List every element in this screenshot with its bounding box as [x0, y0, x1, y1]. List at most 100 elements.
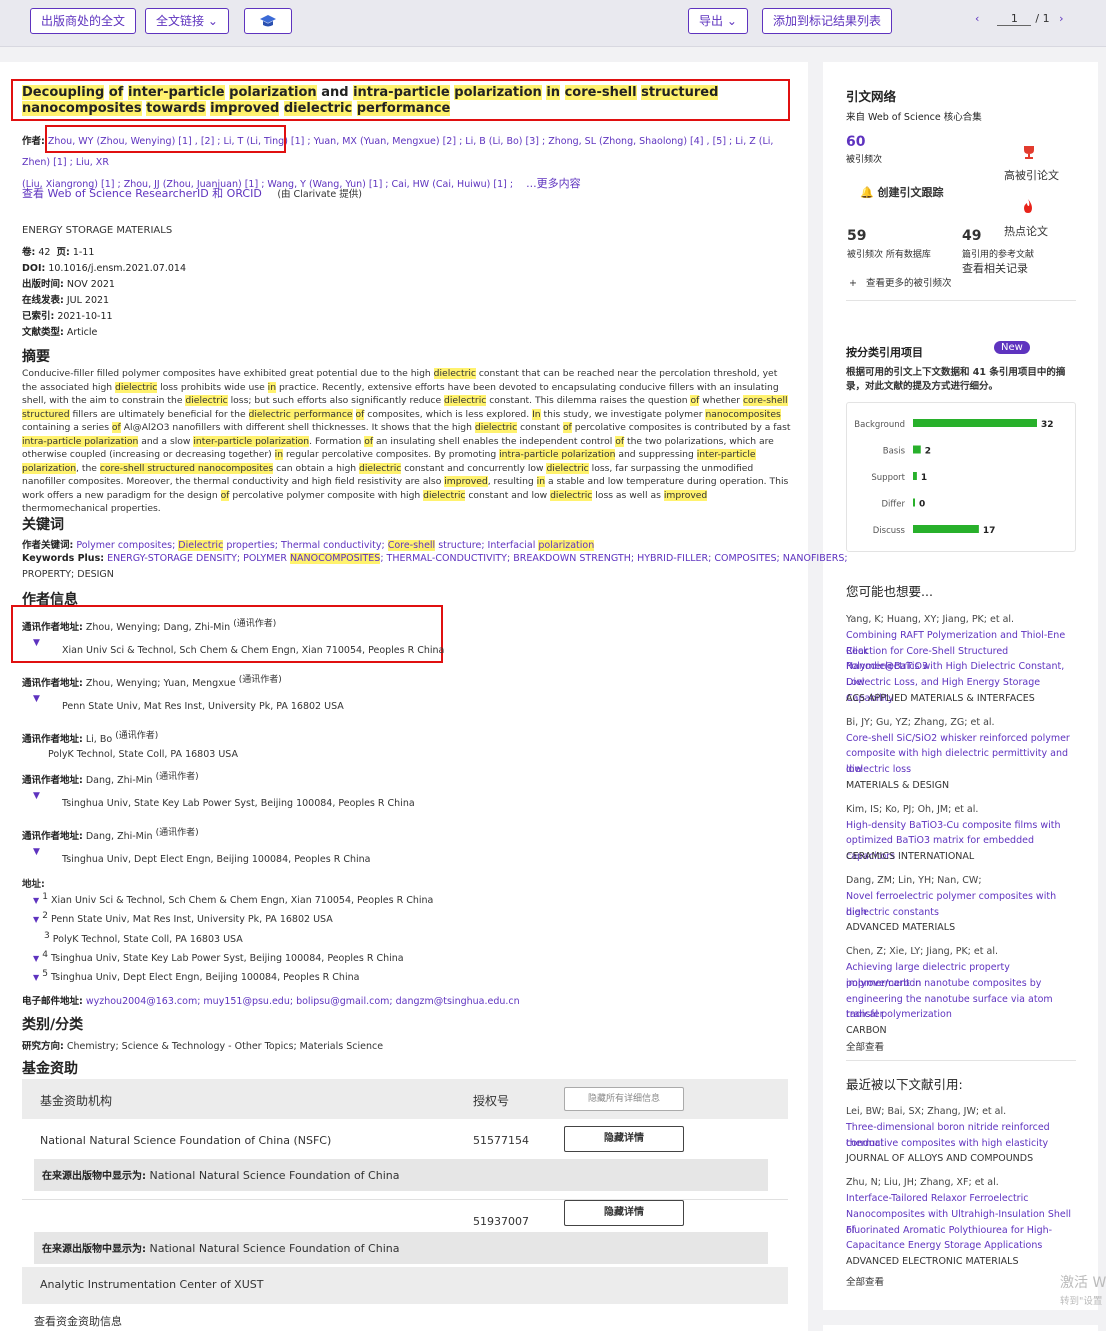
page-input[interactable]: 1	[997, 12, 1032, 26]
item-title-link[interactable]: radical polymerization	[846, 1007, 1076, 1023]
item-title-link[interactable]: polymer/carbon nanotube composites by	[846, 976, 1076, 992]
item-title-link[interactable]: High-density BaTiO3-Cu composite films w…	[846, 818, 1076, 834]
caret-down-icon[interactable]: ▼	[33, 973, 39, 982]
abstract-segment: of	[364, 435, 374, 447]
divider	[846, 1060, 1076, 1061]
online-date-value: JUL 2021	[66, 295, 110, 306]
all-databases-count[interactable]: 59	[847, 228, 866, 244]
view-all-suggestions-link[interactable]: 全部查看	[846, 1039, 884, 1053]
abstract-segment: containing a series	[22, 422, 112, 433]
item-journal: CARBON	[846, 1025, 887, 1037]
researcher-id-link[interactable]: 查看 Web of Science ResearcherID 和 ORCID	[22, 187, 262, 200]
keywords-plus-line2[interactable]: PROPERTY; DESIGN	[22, 569, 114, 580]
hot-paper-link[interactable]: 热点论文	[1004, 223, 1048, 239]
caret-down-icon[interactable]: ▼	[33, 896, 39, 905]
activation-watermark: 激活 W	[1060, 1275, 1106, 1291]
from-core-collection: 来自 Web of Science 核心合集	[846, 112, 982, 123]
hide-all-details-button[interactable]: 隐藏所有详细信息	[564, 1087, 684, 1111]
pub-date-label: 出版时间:	[22, 279, 64, 290]
view-funding-link[interactable]: 查看资金资助信息	[34, 1313, 122, 1329]
caret-down-icon[interactable]: ▼	[33, 791, 40, 801]
times-cited-count[interactable]: 60	[846, 134, 1076, 151]
create-citation-alert-button[interactable]: 🔔 创建引文跟踪	[860, 184, 944, 200]
chart-bar[interactable]	[913, 498, 915, 507]
corr-names: Zhou, Wenying; Yuan, Mengxue	[85, 678, 236, 690]
full-text-publisher-button[interactable]: 出版商处的全文	[30, 8, 137, 34]
display-as-label: 在来源出版物中显示为:	[42, 1244, 146, 1255]
abstract-segment: In	[532, 408, 541, 420]
item-title-link[interactable]: Core-shell SiC/SiO2 whisker reinforced p…	[846, 731, 1076, 747]
address-text: Tsinghua Univ, Dept Elect Engn, Beijing …	[50, 972, 360, 984]
corr-address: Xian Univ Sci & Technol, Sch Chem & Chem…	[62, 645, 445, 656]
more-cited-link[interactable]: + 查看更多的被引频次	[849, 275, 952, 289]
corr-label: 通讯作者地址:	[22, 831, 83, 843]
citations-by-classification-title: 按分类引用项目	[846, 346, 923, 359]
export-button[interactable]: 导出 ⌄	[688, 8, 748, 34]
abstract-segment: , the	[76, 462, 100, 474]
trophy-icon	[1021, 144, 1037, 163]
chart-value-label: 2	[925, 447, 931, 457]
pages-value: 1-11	[72, 247, 95, 258]
corr-tag: (通讯作者)	[155, 828, 199, 838]
item-title-link[interactable]: Capacitance Energy Storage Applications	[846, 1238, 1076, 1254]
abstract-segment: of	[111, 422, 121, 433]
abstract-segment: and suppressing	[615, 449, 697, 460]
item-title-link[interactable]: dielectric loss	[846, 762, 1076, 778]
chart-bar[interactable]	[913, 419, 1037, 427]
chart-bar[interactable]	[913, 445, 921, 454]
abstract-segment: constant and concurrently low	[401, 462, 547, 474]
chart-bar[interactable]	[913, 472, 917, 480]
caret-down-icon[interactable]: ▼	[33, 694, 40, 704]
view-all-recent-link[interactable]: 全部查看	[846, 1274, 884, 1288]
abstract-segment: inter-particle polarization	[193, 435, 310, 447]
category-heading: 类别/分类	[22, 1017, 84, 1033]
address-text: PolyK Technol, State Coll, PA 16803 USA	[52, 934, 243, 946]
hide-details-button[interactable]: 隐藏详情	[564, 1200, 684, 1226]
email-links[interactable]: wyzhou2004@163.com; muy151@psu.edu; boli…	[86, 996, 520, 1007]
abstract-segment: loss as well as	[592, 489, 664, 501]
corr-address: Penn State Univ, Mat Res Inst, Universit…	[62, 701, 344, 712]
item-title-link[interactable]: conductive composites with high elastici…	[846, 1136, 1076, 1152]
prev-page-icon[interactable]: ‹	[975, 12, 979, 25]
graduation-cap-button[interactable]	[244, 8, 292, 34]
next-page-icon[interactable]: ›	[1059, 12, 1063, 25]
item-journal: ACS APPLIED MATERIALS & INTERFACES	[846, 693, 1035, 704]
volume-value: 42	[38, 247, 51, 258]
cited-references-count[interactable]: 49	[962, 228, 981, 244]
citation-network-title: 引文网络	[846, 89, 897, 104]
chart-value-label: 0	[919, 500, 925, 510]
full-text-links-button[interactable]: 全文链接 ⌄	[145, 8, 229, 34]
keywords-plus-links[interactable]: ENERGY-STORAGE DENSITY; POLYMER NANOCOMP…	[107, 553, 848, 564]
corr-tag: (通讯作者)	[233, 619, 277, 629]
more-authors-link[interactable]: ...更多内容	[526, 177, 581, 190]
caret-down-icon[interactable]: ▼	[33, 915, 39, 924]
hide-details-button[interactable]: 隐藏详情	[564, 1126, 684, 1152]
caret-down-icon[interactable]: ▼	[33, 954, 39, 963]
abstract-segment: nanocomposites	[705, 408, 781, 420]
author-keywords-links[interactable]: Polymer composites; Dielectric propertie…	[76, 540, 595, 551]
you-may-also-like-title: 您可能也想要...	[846, 584, 933, 599]
abstract-segment: intra-particle polarization	[499, 449, 616, 460]
grant-number: 51937007	[473, 1215, 529, 1228]
highly-cited-paper-link[interactable]: 高被引论文	[1004, 167, 1059, 183]
add-to-marked-list-button[interactable]: 添加到标记结果列表	[762, 8, 893, 34]
view-related-records-link[interactable]: 查看相关记录	[962, 260, 1028, 276]
item-journal: JOURNAL OF ALLOYS AND COMPOUNDS	[846, 1153, 1034, 1165]
item-title-link[interactable]: Interface-Tailored Relaxor Ferroelectric	[846, 1191, 1076, 1207]
chevron-down-icon: ⌄	[726, 14, 737, 28]
corr-address: PolyK Technol, State Coll, PA 16803 USA	[48, 749, 238, 760]
chart-bar[interactable]	[913, 525, 979, 533]
abstract-segment: dielectric	[474, 422, 518, 433]
item-title-link[interactable]: dielectric constants	[846, 905, 1076, 921]
item-authors: Kim, IS; Ko, PJ; Oh, JM; et al.	[846, 803, 979, 815]
chart-category-label: Basis	[883, 447, 906, 457]
flame-icon	[1021, 198, 1035, 217]
caret-down-icon[interactable]: ▼	[33, 847, 40, 857]
author-keyword-segment: structure; Interfacial	[435, 540, 539, 551]
abstract-segment: improved	[663, 489, 708, 501]
corr-address: Tsinghua Univ, Dept Elect Engn, Beijing …	[62, 854, 371, 865]
item-title-link[interactable]: Fluorinated Aromatic Polythiourea for Hi…	[846, 1223, 1076, 1239]
caret-down-icon[interactable]: ▼	[33, 638, 40, 648]
chart-category-label: Discuss	[873, 526, 906, 536]
journal-name-link[interactable]: ENERGY STORAGE MATERIALS	[22, 225, 172, 236]
